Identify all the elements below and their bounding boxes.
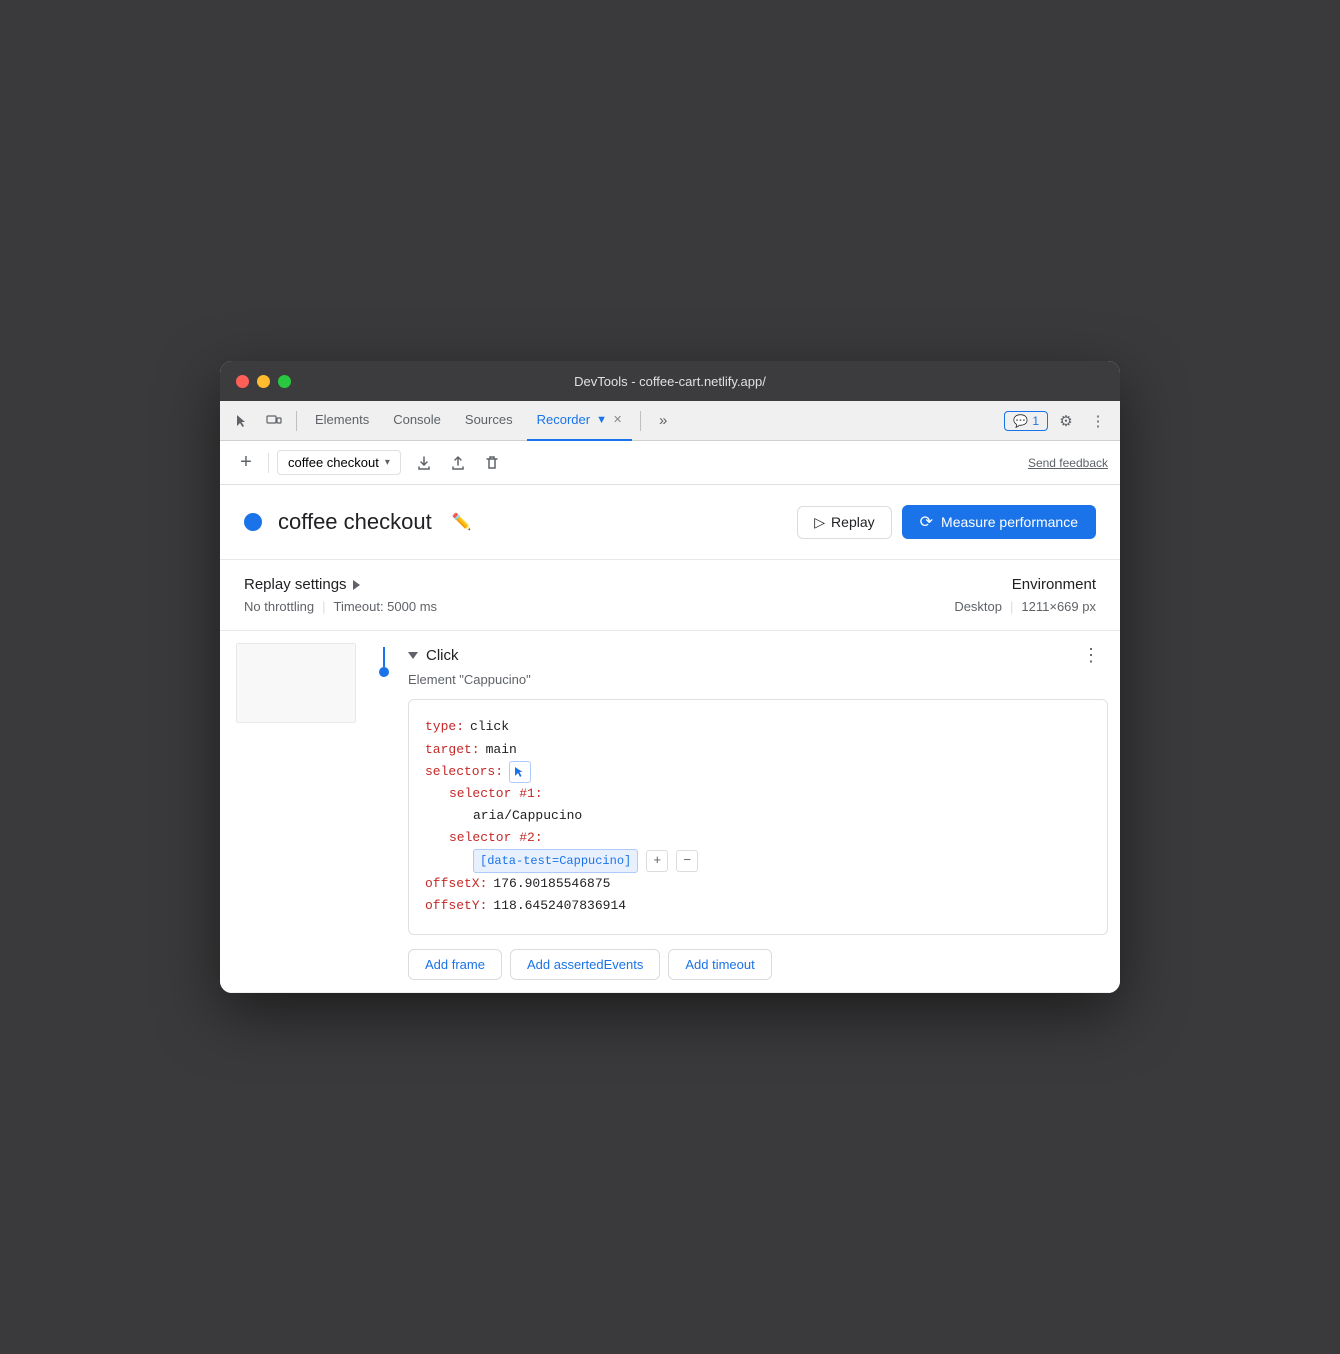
step-name: Click	[426, 647, 459, 664]
replay-button[interactable]: ▷ Replay	[797, 506, 891, 539]
selectors-key: selectors:	[425, 761, 503, 783]
step-expand-icon[interactable]	[408, 652, 418, 659]
settings-icon[interactable]: ⚙	[1052, 407, 1080, 435]
devtools-toolbar: Elements Console Sources Recorder ▼ ✕ » …	[220, 401, 1120, 441]
tab-recorder[interactable]: Recorder ▼ ✕	[527, 401, 633, 441]
code-line-selector2-val: [data-test=Cappucino] + −	[425, 849, 1091, 873]
rec-actions	[409, 448, 507, 478]
target-val: main	[486, 739, 517, 761]
toolbar-divider-1	[296, 411, 297, 431]
device-toggle-icon[interactable]	[260, 407, 288, 435]
connector-line	[383, 647, 385, 667]
maximize-button[interactable]	[278, 375, 291, 388]
selector2-remove-button[interactable]: −	[676, 850, 698, 872]
code-line-selectors: selectors:	[425, 761, 1091, 783]
export-button[interactable]	[409, 448, 439, 478]
steps-area: Click ⋮ Element "Cappucino" type: click …	[220, 631, 1120, 992]
connector-dot	[379, 667, 389, 677]
selector1-key: selector #1:	[449, 783, 543, 805]
measure-performance-button[interactable]: ⟳ Measure performance	[902, 505, 1096, 539]
code-line-target: target: main	[425, 739, 1091, 761]
import-button[interactable]	[443, 448, 473, 478]
offsety-key: offsetY:	[425, 895, 487, 917]
dropdown-chevron-icon: ▾	[385, 457, 390, 468]
offsetx-key: offsetX:	[425, 873, 487, 895]
code-line-selector2: selector #2:	[425, 827, 1091, 849]
delete-button[interactable]	[477, 448, 507, 478]
step-code-block: type: click target: main selectors:	[408, 699, 1108, 934]
settings-pipe: |	[322, 599, 325, 614]
type-val: click	[470, 716, 509, 738]
devtools-window: DevTools - coffee-cart.netlify.app/ Elem…	[220, 361, 1120, 992]
tab-elements[interactable]: Elements	[305, 401, 379, 441]
message-icon: 💬	[1013, 414, 1028, 428]
minimize-button[interactable]	[257, 375, 270, 388]
recording-title: coffee checkout	[278, 509, 432, 535]
code-line-offsety: offsetY: 118.6452407836914	[425, 895, 1091, 917]
selector2-add-button[interactable]: +	[646, 850, 668, 872]
step-title-row: Click ⋮	[408, 643, 1108, 668]
send-feedback-link[interactable]: Send feedback	[1028, 456, 1108, 470]
rec-toolbar-divider	[268, 453, 269, 473]
record-indicator	[244, 513, 262, 531]
recorder-toolbar: + coffee checkout ▾	[220, 441, 1120, 485]
replay-settings-right: Environment Desktop | 1211×669 px	[954, 576, 1096, 614]
recording-name-dropdown[interactable]: coffee checkout ▾	[277, 450, 401, 475]
environment-title: Environment	[954, 576, 1096, 593]
offsety-val: 118.6452407836914	[493, 895, 626, 917]
replay-settings-left: Replay settings No throttling | Timeout:…	[244, 576, 954, 614]
title-bar: DevTools - coffee-cart.netlify.app/	[220, 361, 1120, 401]
window-title: DevTools - coffee-cart.netlify.app/	[574, 374, 766, 389]
env-pipe: |	[1010, 599, 1013, 614]
recording-header: coffee checkout ✏️ ▷ Replay ⟳ Measure pe…	[220, 485, 1120, 560]
recorder-tab-close[interactable]: ✕	[613, 413, 622, 426]
step-more-button[interactable]: ⋮	[1074, 643, 1108, 668]
add-frame-button[interactable]: Add frame	[408, 949, 502, 980]
tab-console[interactable]: Console	[383, 401, 451, 441]
console-badge[interactable]: 💬 1	[1004, 411, 1048, 431]
target-key: target:	[425, 739, 480, 761]
step-content: Click ⋮ Element "Cappucino" type: click …	[396, 643, 1120, 979]
selector1-val: aria/Cappucino	[473, 805, 582, 827]
replay-play-icon: ▷	[814, 514, 825, 531]
selector2-key: selector #2:	[449, 827, 543, 849]
close-button[interactable]	[236, 375, 249, 388]
select-cursor-icon[interactable]	[509, 761, 531, 783]
code-line-type: type: click	[425, 716, 1091, 738]
code-line-selector1-val: aria/Cappucino	[425, 805, 1091, 827]
code-line-selector1: selector #1:	[425, 783, 1091, 805]
offsetx-val: 176.90185546875	[493, 873, 610, 895]
type-key: type:	[425, 716, 464, 738]
replay-settings-expand-icon	[353, 580, 360, 590]
selector2-value-box: [data-test=Cappucino]	[473, 849, 638, 873]
step-thumbnail	[236, 643, 356, 723]
step-footer: Add frame Add assertedEvents Add timeout	[408, 949, 1108, 980]
replay-settings-title[interactable]: Replay settings	[244, 576, 954, 593]
edit-title-icon[interactable]: ✏️	[452, 512, 472, 532]
traffic-lights	[236, 375, 291, 388]
more-options-icon[interactable]: ⋮	[1084, 407, 1112, 435]
replay-settings-detail: No throttling | Timeout: 5000 ms	[244, 599, 954, 614]
add-timeout-button[interactable]: Add timeout	[668, 949, 771, 980]
new-recording-button[interactable]: +	[232, 449, 260, 477]
recording-actions: ▷ Replay ⟳ Measure performance	[797, 505, 1096, 539]
env-detail: Desktop | 1211×669 px	[954, 599, 1096, 614]
more-tabs-icon[interactable]: »	[649, 407, 677, 435]
replay-settings: Replay settings No throttling | Timeout:…	[220, 560, 1120, 631]
cursor-tool-icon[interactable]	[228, 407, 256, 435]
code-line-offsetx: offsetX: 176.90185546875	[425, 873, 1091, 895]
tab-sources[interactable]: Sources	[455, 401, 523, 441]
step-click-row: Click ⋮ Element "Cappucino" type: click …	[220, 631, 1120, 992]
toolbar-divider-2	[640, 411, 641, 431]
measure-icon: ⟳	[920, 512, 933, 532]
step-connector	[372, 643, 396, 677]
add-asserted-events-button[interactable]: Add assertedEvents	[510, 949, 660, 980]
step-subtitle: Element "Cappucino"	[408, 672, 1108, 687]
recorder-filter-icon: ▼	[596, 414, 607, 426]
main-content: coffee checkout ✏️ ▷ Replay ⟳ Measure pe…	[220, 485, 1120, 992]
